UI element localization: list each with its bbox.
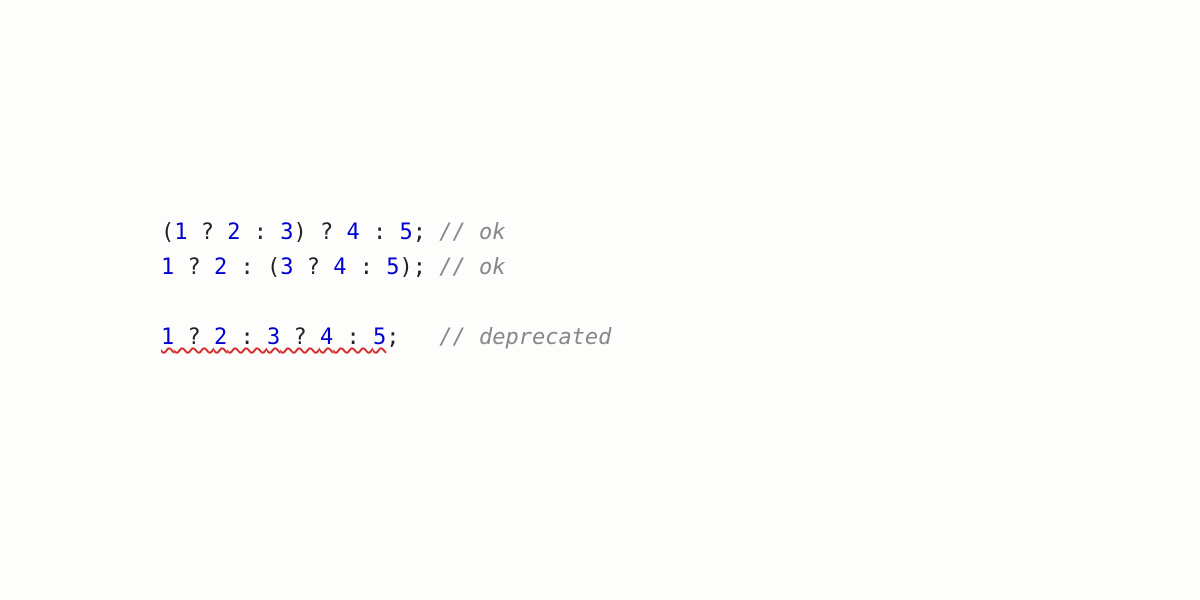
operator-ternary-c: : <box>227 325 267 350</box>
number-literal: 5 <box>373 325 386 350</box>
comment-ok: // ok <box>439 220 505 245</box>
operator-ternary-c: : <box>360 220 400 245</box>
number-literal: 1 <box>161 325 174 350</box>
operator-ternary-c: : <box>346 255 386 280</box>
paren-open: ( <box>161 220 174 245</box>
operator-colon-paren: : ( <box>227 255 280 280</box>
number-literal: 2 <box>214 325 227 350</box>
operator-ternary-q: ? <box>174 255 214 280</box>
number-literal: 5 <box>399 220 412 245</box>
semicolon: ; <box>386 325 399 350</box>
paren-close-semicolon: ); <box>399 255 426 280</box>
whitespace <box>426 255 439 280</box>
number-literal: 4 <box>333 255 346 280</box>
number-literal: 1 <box>161 255 174 280</box>
number-literal: 1 <box>174 220 187 245</box>
code-line-3: 1 ? 2 : 3 ? 4 : 5; // deprecated <box>108 285 611 320</box>
operator-ternary-c: : <box>333 325 373 350</box>
semicolon: ; <box>413 220 426 245</box>
whitespace <box>399 325 439 350</box>
code-block: (1 ? 2 : 3) ? 4 : 5; // ok 1 ? 2 : (3 ? … <box>108 180 611 320</box>
number-literal: 3 <box>280 255 293 280</box>
comment-ok: // ok <box>439 255 505 280</box>
operator-ternary-q: ? <box>187 220 227 245</box>
comment-deprecated: // deprecated <box>439 325 611 350</box>
number-literal: 4 <box>320 325 333 350</box>
number-literal: 2 <box>214 255 227 280</box>
deprecated-expression: 1 ? 2 : 3 ? 4 : 5 <box>161 325 386 350</box>
operator-ternary-q: ? <box>293 255 333 280</box>
operator-ternary-q: ? <box>280 325 320 350</box>
number-literal: 3 <box>267 325 280 350</box>
number-literal: 3 <box>280 220 293 245</box>
operator-ternary-q: ? <box>174 325 214 350</box>
whitespace <box>426 220 439 245</box>
paren-close-q: ) ? <box>293 220 346 245</box>
number-literal: 4 <box>346 220 359 245</box>
code-line-1: (1 ? 2 : 3) ? 4 : 5; // ok <box>108 180 611 215</box>
number-literal: 2 <box>227 220 240 245</box>
number-literal: 5 <box>386 255 399 280</box>
operator-ternary-c: : <box>240 220 280 245</box>
